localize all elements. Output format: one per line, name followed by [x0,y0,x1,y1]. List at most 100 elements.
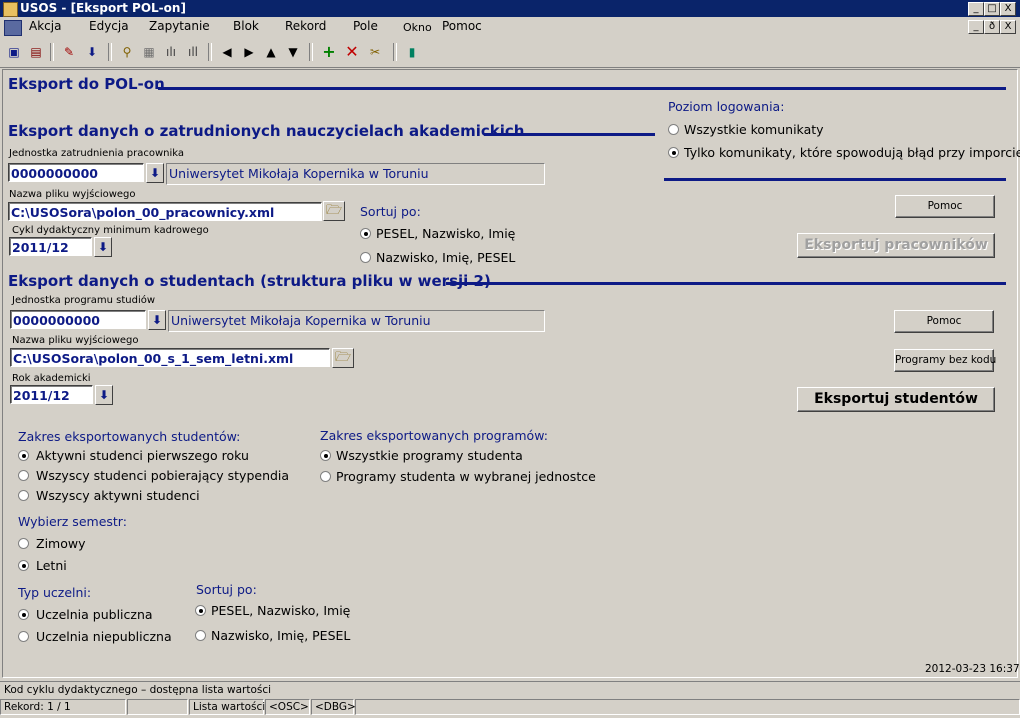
menu-blok[interactable]: Blok [233,19,259,33]
staff-cycle-label: Cykl dydaktyczny minimum kadrowego [12,225,209,236]
download-icon[interactable]: ⬇ [83,43,101,61]
students-sort-label: Sortuj po: [196,582,257,597]
semester-radio-summer[interactable] [18,560,29,571]
programs-option-all: Wszystkie programy studenta [336,448,523,463]
students-sort-radio-pesel[interactable] [195,605,206,616]
menu-akcja[interactable]: Akcja [29,19,61,33]
students-unit-code-input[interactable]: 0000000000 [10,310,146,329]
toolbar-separator [309,43,313,61]
staff-file-label: Nazwa pliku wyjściowego [9,189,136,200]
semester-radio-winter[interactable] [18,538,29,549]
scope-option-scholarship: Wszyscy studenci pobierający stypendia [36,468,290,483]
toolbar-separator [393,43,397,61]
form-panel [2,69,1018,678]
close-button[interactable]: X [1000,2,1016,16]
students-year-label: Rok akademicki [12,373,91,384]
menu-pomoc[interactable]: Pomoc [442,19,482,33]
enter-query-icon[interactable]: ⚲ [118,43,136,61]
form-title: Eksport do POL-on [8,75,165,93]
edit-pencil-icon[interactable]: ✎ [60,43,78,61]
menu-zapytanie[interactable]: Zapytanie [149,19,210,33]
logging-option-all: Wszystkie komunikaty [684,122,824,137]
app-icon [3,2,18,17]
export-staff-button[interactable]: Eksportuj pracowników [797,233,995,258]
next-record-icon[interactable]: ▼ [284,43,302,61]
export-students-button[interactable]: Eksportuj studentów [797,387,995,412]
scope-radio-scholarship[interactable] [18,470,29,481]
uni-type-radio-private[interactable] [18,631,29,642]
staff-sort-radio-name[interactable] [360,252,371,263]
scope-radio-all-active[interactable] [18,490,29,501]
next-block-icon[interactable]: ▶ [240,43,258,61]
students-year-input[interactable]: 2011/12 [10,385,93,404]
document-icon[interactable] [4,20,22,36]
students-file-input[interactable]: C:\USOSora\polon_00_s_1_sem_letni.xml [10,348,330,367]
insert-record-icon[interactable]: + [320,43,338,61]
uni-type-radio-public[interactable] [18,609,29,620]
uni-type-option-public: Uczelnia publiczna [36,607,153,622]
students-unit-label: Jednostka programu studiów [12,295,156,306]
students-file-label: Nazwa pliku wyjściowego [12,335,139,346]
toolbar-separator [208,43,212,61]
clear-record-icon[interactable]: ✂ [366,43,384,61]
window-title: USOS - [Eksport POL-on] [20,1,186,15]
logging-radio-all[interactable] [668,124,679,135]
programs-radio-unit[interactable] [320,471,331,482]
staff-unit-lov-button[interactable]: ⬇ [146,163,164,183]
semester-label: Wybierz semestr: [18,514,127,529]
staff-cycle-lov-button[interactable]: ⬇ [94,237,112,257]
status-lov: Lista wartości [189,699,265,715]
scope-radio-first-year[interactable] [18,450,29,461]
save-icon[interactable]: ▣ [5,43,23,61]
menu-okno[interactable]: Okno [403,21,432,34]
students-sort-option-pesel: PESEL, Nazwisko, Imię [211,603,351,618]
count-icon[interactable]: ılı [162,43,180,61]
title-rule [158,87,1006,90]
staff-sort-label: Sortuj po: [360,204,421,219]
maximize-button[interactable]: □ [984,2,1000,16]
uni-type-option-private: Uczelnia niepubliczna [36,629,172,644]
menu-rekord[interactable]: Rekord [285,19,326,33]
students-section-rule [446,282,1006,285]
scope-option-first-year: Aktywni studenci pierwszego roku [36,448,249,463]
students-help-button[interactable]: Pomoc [894,310,994,333]
staff-file-input[interactable]: C:\USOSora\polon_00_pracownicy.xml [8,202,322,221]
students-unit-name: Uniwersytet Mikołaja Kopernika w Toruniu [168,310,545,332]
exit-icon[interactable]: ▮ [403,43,421,61]
students-sort-radio-name[interactable] [195,630,206,641]
folder-open-icon[interactable]: 🗁 [332,348,354,368]
logging-label: Poziom logowania: [668,99,785,114]
mdi-restore-button[interactable]: ð [984,20,1000,34]
semester-option-summer: Letni [36,558,67,573]
staff-help-button[interactable]: Pomoc [895,195,995,218]
count-records-icon[interactable]: ıll [184,43,202,61]
previous-record-icon[interactable]: ▲ [262,43,280,61]
hint-bar: Kod cyklu dydaktycznego – dostępna lista… [0,681,1020,698]
menu-edycja[interactable]: Edycja [89,19,129,33]
programs-radio-all[interactable] [320,450,331,461]
programs-without-code-button[interactable]: Programy bez kodu [894,349,996,372]
menu-pole[interactable]: Pole [353,19,378,33]
staff-section-title: Eksport danych o zatrudnionych nauczycie… [8,122,525,140]
status-record: Rekord: 1 / 1 [0,699,126,715]
staff-unit-code-input[interactable]: 0000000000 [8,163,144,182]
minimize-button[interactable]: _ [968,2,984,16]
delete-record-icon[interactable]: ✕ [343,43,361,61]
programs-option-unit: Programy studenta w wybranej jednostce [336,469,596,484]
staff-sort-radio-pesel[interactable] [360,228,371,239]
mdi-minimize-button[interactable]: _ [968,20,984,34]
execute-query-icon[interactable]: ▦ [140,43,158,61]
print-icon[interactable]: ▤ [27,43,45,61]
folder-open-icon[interactable]: 🗁 [323,201,345,221]
mdi-close-button[interactable]: X [1000,20,1016,34]
staff-cycle-input[interactable]: 2011/12 [9,237,92,256]
logging-rule [664,178,1006,181]
students-unit-lov-button[interactable]: ⬇ [148,310,166,330]
logging-radio-errors[interactable] [668,147,679,158]
toolbar-separator [50,43,54,61]
students-year-lov-button[interactable]: ⬇ [95,385,113,405]
previous-block-icon[interactable]: ◀ [218,43,236,61]
programs-scope-label: Zakres eksportowanych programów: [320,428,548,443]
staff-unit-label: Jednostka zatrudnienia pracownika [9,148,184,159]
status-osc: <OSC> [265,699,310,715]
